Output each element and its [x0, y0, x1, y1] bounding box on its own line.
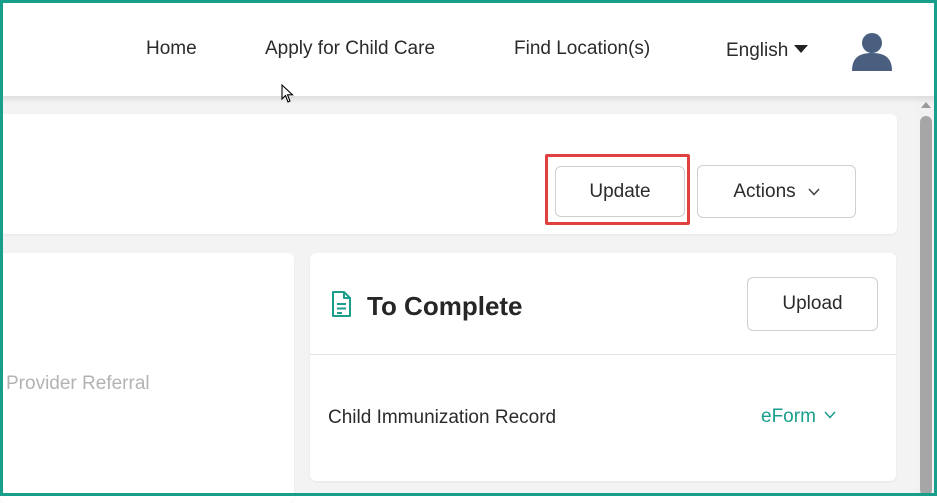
upload-button-label: Upload — [782, 293, 843, 314]
nav-home-link[interactable]: Home — [146, 38, 197, 60]
record-header-card: Update Actions — [0, 114, 897, 234]
list-item-label: Child Immunization Record — [328, 407, 557, 428]
user-avatar-icon[interactable] — [850, 31, 894, 71]
document-icon — [332, 291, 351, 317]
update-button[interactable]: Update — [555, 166, 685, 217]
vertical-scrollbar[interactable] — [917, 96, 934, 496]
eform-label: eForm — [761, 406, 816, 427]
details-card: Provider Referral — [0, 253, 294, 503]
to-complete-header: To Complete Upload — [310, 253, 896, 355]
language-label: English — [726, 40, 789, 61]
mouse-cursor-icon — [281, 84, 294, 103]
to-complete-title: To Complete — [367, 291, 523, 321]
upload-button[interactable]: Upload — [747, 277, 878, 331]
chevron-down-icon — [824, 411, 836, 419]
main-content: Update Actions Provider Referral To Comp… — [0, 96, 917, 503]
actions-button-label: Actions — [733, 180, 796, 202]
update-button-label: Update — [589, 180, 651, 202]
to-complete-card: To Complete Upload Child Immunization Re… — [310, 253, 896, 481]
actions-dropdown-button[interactable]: Actions — [697, 165, 856, 218]
scrollbar-thumb[interactable] — [920, 116, 932, 496]
scroll-up-arrow-icon[interactable] — [921, 102, 931, 108]
provider-referral-label: Provider Referral — [6, 373, 150, 394]
eform-dropdown-link[interactable]: eForm — [761, 406, 836, 428]
caret-down-icon — [794, 45, 809, 53]
language-selector[interactable]: English — [726, 40, 809, 62]
chevron-down-icon — [808, 187, 820, 196]
nav-find-locations-link[interactable]: Find Location(s) — [514, 38, 650, 60]
top-navigation-bar: Home Apply for Child Care Find Location(… — [0, 0, 937, 96]
nav-apply-child-care-link[interactable]: Apply for Child Care — [265, 38, 435, 60]
